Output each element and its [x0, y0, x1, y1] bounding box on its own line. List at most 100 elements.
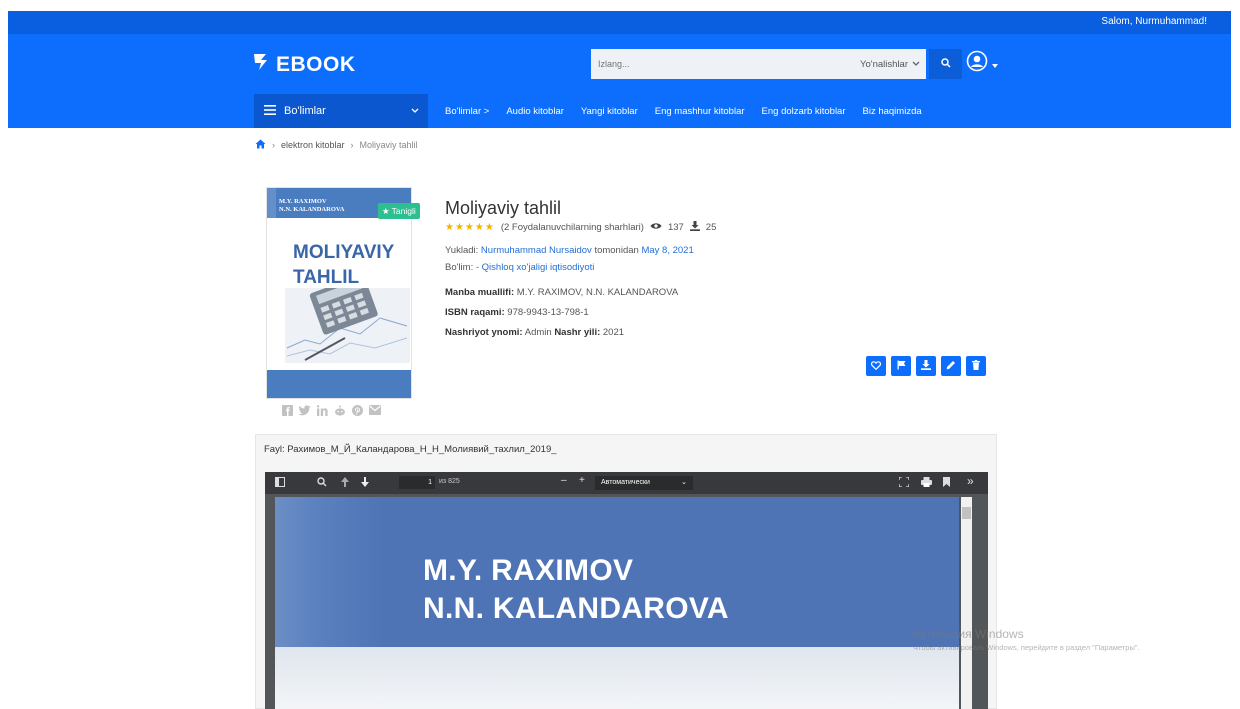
home-icon[interactable] [255, 139, 266, 151]
views-count: 137 [667, 222, 684, 233]
flag-icon [897, 357, 906, 375]
pdf-page: M.Y. RAXIMOV N.N. KALANDAROVA [275, 497, 959, 709]
rating-stars: ★★★★★ [445, 222, 495, 233]
publisher-value: Admin [524, 327, 552, 338]
downloads-count: 25 [705, 222, 717, 233]
upload-date-link[interactable]: May 8, 2021 [641, 245, 693, 256]
departments-label: Bo'limlar [284, 105, 326, 117]
book-actions [866, 356, 986, 376]
rating-row: ★★★★★ (2 Foydalanuvchilarning sharhlari)… [445, 221, 716, 234]
file-name: Fayl: Рахимов_М_Й_Каландарова_Н_Н_Молияв… [264, 444, 557, 455]
nav-link-bolimlar[interactable]: Bo'limlar > [445, 106, 489, 117]
email-icon[interactable] [369, 405, 381, 419]
eye-icon [650, 222, 662, 233]
cover-authors: M.Y. RAXIMOV N.N. KALANDAROVA [279, 198, 344, 214]
author-line: Manba muallifi: M.Y. RAXIMOV, N.N. KALAN… [445, 287, 678, 298]
pdf-scrollbar[interactable] [961, 497, 972, 709]
cover-title-line-1: MOLIYAVIY [293, 242, 395, 263]
site-header: EBOOK Yo'nalishlar [8, 34, 1231, 94]
cover-title: MOLIYAVIY TAHLIL [293, 240, 394, 290]
cover-author-1: M.Y. RAXIMOV [279, 198, 327, 205]
user-avatar-icon [966, 50, 988, 77]
pencil-icon [946, 357, 956, 375]
search-button[interactable] [929, 49, 962, 79]
nav-link-about[interactable]: Biz haqimizda [863, 106, 922, 117]
nav-link-trending[interactable]: Eng dolzarb kitoblar [762, 106, 846, 117]
zoom-out-icon[interactable]: – [561, 475, 567, 486]
section-link[interactable]: - Qishloq xo'jaligi iqtisodiyoti [476, 262, 595, 273]
search-input[interactable] [591, 49, 831, 79]
category-select[interactable]: Yo'nalishlar [854, 49, 926, 79]
edit-button[interactable] [941, 356, 961, 376]
zoom-in-icon[interactable]: + [579, 475, 585, 486]
download-button[interactable] [916, 356, 936, 376]
pinterest-icon[interactable] [352, 405, 363, 419]
page-author-2: N.N. KALANDAROVA [423, 592, 729, 625]
page-lower-area [275, 647, 959, 709]
book-title: Moliyaviy tahlil [445, 198, 562, 218]
nav-links: Bo'limlar > Audio kitoblar Yangi kitobla… [445, 94, 939, 128]
watermark-line-1: Активация Windows [913, 627, 1024, 641]
nav-link-audio[interactable]: Audio kitoblar [506, 106, 564, 117]
zoom-select-value: Автоматически [601, 479, 650, 486]
publisher-label: Nashriyot ynomi: [445, 327, 523, 338]
report-button[interactable] [891, 356, 911, 376]
watermark-line-2: Чтобы активировать Windows, перейдите в … [913, 643, 1140, 652]
find-icon[interactable] [317, 477, 327, 490]
print-icon[interactable] [921, 477, 932, 490]
pdf-scrollbar-thumb[interactable] [962, 507, 971, 519]
cover-title-line-2: TAHLIL [293, 267, 360, 288]
breadcrumb-separator: › [272, 140, 275, 150]
featured-badge-label: Tanigli [391, 206, 416, 216]
bookmark-icon[interactable] [943, 477, 950, 490]
facebook-icon[interactable] [282, 405, 293, 419]
reddit-icon[interactable] [334, 405, 346, 419]
presentation-mode-icon[interactable] [898, 476, 910, 490]
user-menu-button[interactable] [966, 50, 998, 77]
chevron-down-icon [411, 107, 419, 116]
uploaded-mid: tomonidan [594, 245, 639, 256]
pdf-toolbar: 1 из 825 – + Автоматически ⌄ » [265, 472, 988, 494]
book-logo-icon [252, 52, 270, 78]
twitter-icon[interactable] [298, 405, 311, 419]
share-icons [282, 405, 381, 419]
cover-author-2: N.N. KALANDAROVA [279, 206, 345, 213]
previous-page-icon[interactable] [341, 477, 349, 490]
breadcrumb: › elektron kitoblar › Moliyaviy tahlil [255, 139, 418, 151]
uploader-link[interactable]: Nurmuhammad Nursaidov [481, 245, 592, 256]
breadcrumb-item-ebooks[interactable]: elektron kitoblar [281, 140, 345, 150]
chevron-down-icon: ⌄ [681, 479, 687, 486]
page-number-input[interactable]: 1 [399, 476, 435, 489]
author-value: M.Y. RAXIMOV, N.N. KALANDAROVA [516, 287, 679, 298]
zoom-select[interactable]: Автоматически ⌄ [595, 476, 693, 490]
favorite-button[interactable] [866, 356, 886, 376]
isbn-line: ISBN raqami: 978-9943-13-798-1 [445, 307, 589, 318]
nav-link-popular[interactable]: Eng mashhur kitoblar [655, 106, 745, 117]
breadcrumb-separator: › [350, 140, 354, 150]
top-strip: Salom, Nurmuhammad! [8, 11, 1231, 34]
pdf-viewer[interactable]: 1 из 825 – + Автоматически ⌄ » M.Y. RAXI… [265, 472, 988, 709]
isbn-value: 978-9943-13-798-1 [507, 307, 589, 318]
reviews-link[interactable]: (2 Foydalanuvchilarning sharhlari) [501, 222, 644, 233]
site-logo[interactable]: EBOOK [252, 52, 356, 78]
uploaded-by-line: Yukladi: Nurmuhammad Nursaidov tomonidan… [445, 245, 694, 256]
calculator-illustration [285, 275, 410, 363]
next-page-icon[interactable] [361, 477, 369, 490]
main-nav: Bo'limlar Bo'limlar > Audio kitoblar Yan… [8, 94, 1231, 128]
greeting-text: Salom, Nurmuhammad! [1101, 16, 1207, 27]
linkedin-icon[interactable] [316, 405, 328, 419]
chevron-down-icon [912, 59, 920, 70]
sidebar-toggle-icon[interactable] [275, 477, 285, 490]
departments-dropdown[interactable]: Bo'limlar [254, 94, 428, 128]
page-authors: M.Y. RAXIMOV N.N. KALANDAROVA [423, 552, 729, 628]
caret-down-icon [992, 55, 998, 73]
nav-link-new[interactable]: Yangi kitoblar [581, 106, 638, 117]
hamburger-icon [264, 104, 276, 118]
delete-button[interactable] [966, 356, 986, 376]
download-icon [921, 357, 931, 375]
publisher-line: Nashriyot ynomi: Admin Nashr yili: 2021 [445, 327, 624, 338]
download-count-icon [689, 221, 700, 234]
breadcrumb-item-current: Moliyaviy tahlil [359, 140, 418, 150]
star-icon: ★ [382, 205, 390, 216]
tools-menu-icon[interactable]: » [967, 474, 974, 488]
